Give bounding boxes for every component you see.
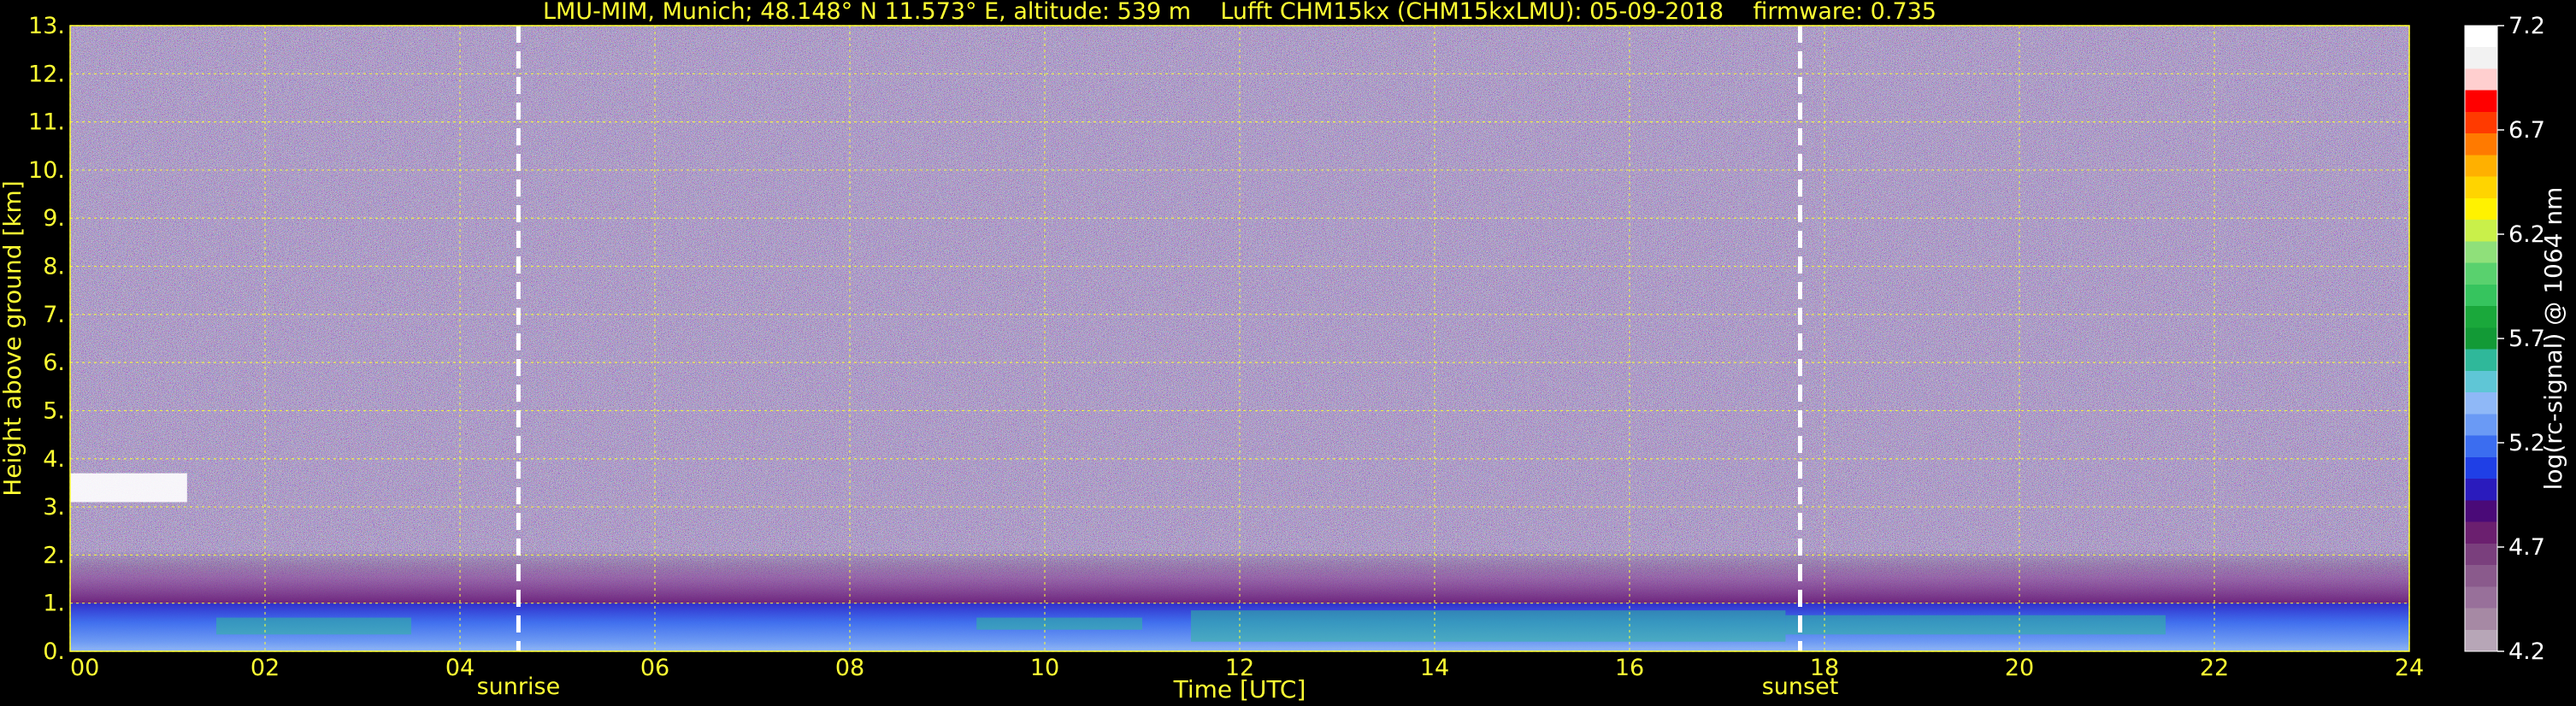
colorbar-tick-label: 4.7 <box>2508 534 2545 561</box>
x-tick-label: 14 <box>1420 655 1449 681</box>
x-tick-label: 08 <box>835 655 864 681</box>
y-tick-label: 13. <box>28 13 65 39</box>
y-tick-label: 9. <box>43 205 65 232</box>
x-tick-label: 24 <box>2395 655 2424 681</box>
layer-cloud <box>70 473 187 503</box>
y-tick-label: 0. <box>43 638 65 665</box>
x-tick-label: 22 <box>2200 655 2229 681</box>
layer-mixing-2 <box>1191 610 1786 642</box>
y-tick-label: 8. <box>43 254 65 280</box>
y-tick-label: 5. <box>43 397 65 424</box>
x-axis-label: Time [UTC] <box>1173 675 1306 703</box>
y-tick-label: 10. <box>28 157 65 184</box>
x-tick-label: 10 <box>1030 655 1059 681</box>
y-tick-label: 2. <box>43 542 65 568</box>
x-tick-label: 18 <box>1810 655 1839 681</box>
x-tick-label: 06 <box>640 655 669 681</box>
plot-area <box>69 25 2410 652</box>
y-tick-label: 1. <box>43 591 65 617</box>
colorbar-tick-label: 6.7 <box>2508 117 2545 144</box>
y-axis-label: Height above ground [km] <box>0 180 27 497</box>
y-tick-label: 11. <box>28 109 65 136</box>
colorbar-label: log(rc-signal) @ 1064 nm <box>2539 187 2567 491</box>
layer-mixing-3 <box>1785 615 2166 635</box>
sunrise-label: sunrise <box>477 674 561 700</box>
ceilometer-chart: sunrise sunset00 02 04 06 08 10 12 14 16 18 20 22 24 … <box>0 0 2567 703</box>
x-tick-label: 00 <box>70 655 99 681</box>
colorbar-tick-labels: 7.26.76.25.75.24.74.2 <box>2497 13 2545 665</box>
y-tick-label: 6. <box>43 350 65 376</box>
x-tick-label: 20 <box>2005 655 2034 681</box>
y-tick-label: 3. <box>43 494 65 521</box>
colorbar-ramp <box>2465 26 2497 651</box>
colorbar-tick-label: 4.2 <box>2508 638 2545 665</box>
colorbar: 7.26.76.25.75.24.74.2 log(rc-signal) @ 1… <box>2464 13 2567 665</box>
chart-title: LMU-MIM, Munich; 48.148° N 11.573° E, al… <box>543 0 1936 25</box>
layer-mixing-1 <box>976 617 1142 630</box>
x-tick-label: 16 <box>1615 655 1644 681</box>
y-tick-label: 4. <box>43 446 65 473</box>
x-tick-label: 02 <box>251 655 280 681</box>
y-tick-label: 12. <box>28 61 65 87</box>
y-tick-labels: 0. 1. 2. 3. 4. 5. 6. 7. 8. 9. 10. 11. 12. 13. <box>28 13 65 665</box>
x-tick-label: 04 <box>445 655 475 681</box>
y-tick-label: 7. <box>43 302 65 328</box>
layer-mixing-0 <box>216 617 411 635</box>
colorbar-tick-label: 7.2 <box>2508 13 2545 39</box>
